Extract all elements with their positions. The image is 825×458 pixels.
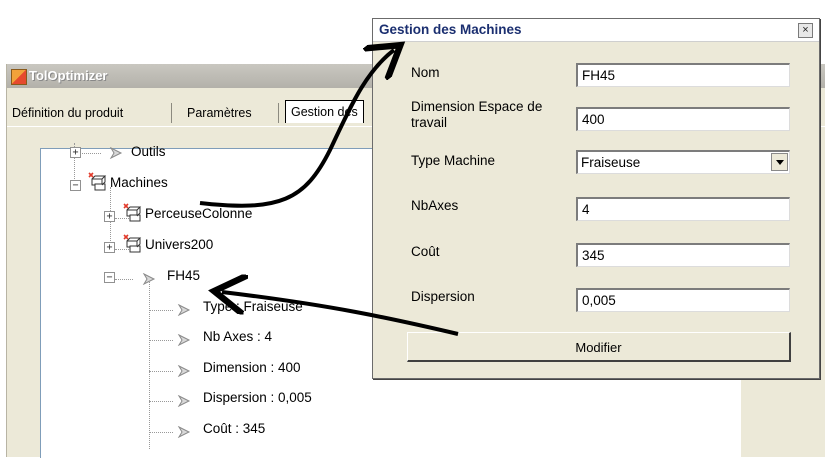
dispersion-label: Dispersion	[411, 289, 475, 304]
dimension-field[interactable]	[576, 107, 790, 131]
expand-toggle[interactable]: +	[70, 147, 81, 158]
tree-node-label: Univers200	[145, 237, 214, 252]
tab-separator	[171, 103, 172, 123]
machine-icon	[123, 234, 142, 253]
close-icon: ×	[802, 24, 809, 36]
tree-guide-line	[149, 401, 173, 402]
arrow-icon	[177, 426, 191, 438]
dialog-title: Gestion des Machines	[379, 22, 522, 37]
tab-separator	[278, 103, 279, 123]
nbaxes-field[interactable]	[576, 197, 790, 221]
tab-definition-produit[interactable]: Définition du produit	[7, 102, 128, 124]
modifier-button[interactable]: Modifier	[407, 332, 791, 362]
expand-toggle[interactable]: +	[104, 242, 115, 253]
dialog-title-bar[interactable]: Gestion des Machines ×	[373, 19, 819, 42]
cout-label: Coût	[411, 244, 440, 259]
tree-guide-line	[149, 340, 173, 341]
tree-guide-line	[149, 279, 150, 449]
tree-guide-line	[149, 310, 173, 311]
expand-toggle[interactable]: −	[104, 272, 115, 283]
tree-guide-line	[79, 153, 101, 154]
arrow-icon	[177, 365, 191, 377]
tab-gestion[interactable]: Gestion des	[285, 100, 364, 123]
arrow-icon	[142, 273, 156, 285]
tree-node-label: Coût : 345	[203, 421, 266, 436]
nom-field[interactable]	[576, 63, 790, 87]
tree-node-label: FH45	[167, 268, 201, 283]
app-icon	[11, 69, 27, 85]
close-button[interactable]: ×	[798, 23, 813, 38]
arrow-icon	[177, 395, 191, 407]
tree-guide-line	[115, 279, 133, 280]
tab-parametres[interactable]: Paramètres	[182, 102, 257, 124]
tree-node-label: Machines	[110, 175, 168, 190]
type-machine-value: Fraiseuse	[581, 155, 641, 170]
expand-toggle[interactable]: +	[104, 211, 115, 222]
tree-node-label: Nb Axes : 4	[203, 329, 273, 344]
tree-guide-line	[149, 432, 173, 433]
tree-node-label: Type : Fraiseuse	[203, 299, 303, 314]
tree-guide-line	[149, 371, 173, 372]
arrow-icon	[177, 304, 191, 316]
expand-toggle[interactable]: −	[70, 180, 81, 191]
machine-group-icon	[88, 172, 107, 191]
tree-node-label: Dimension : 400	[203, 360, 301, 375]
gestion-machines-dialog: Gestion des Machines × Nom Dimension Esp…	[372, 18, 820, 379]
arrow-icon	[109, 147, 123, 159]
arrow-icon	[177, 334, 191, 346]
cout-field[interactable]	[576, 243, 790, 267]
nbaxes-label: NbAxes	[411, 198, 459, 213]
dimension-label: Dimension Espace de travail	[411, 99, 543, 130]
machine-icon	[123, 203, 142, 222]
type-machine-select[interactable]: Fraiseuse	[576, 150, 790, 174]
app-title: TolOptimizer	[29, 68, 108, 83]
tree-node-label: PerceuseColonne	[145, 206, 253, 221]
tree-node-label: Outils	[131, 144, 166, 159]
dispersion-field[interactable]	[576, 288, 790, 312]
chevron-down-icon	[776, 160, 784, 165]
dropdown-button[interactable]	[771, 153, 788, 171]
nom-label: Nom	[411, 65, 440, 80]
type-machine-label: Type Machine	[411, 153, 496, 168]
tree-node-label: Dispersion : 0,005	[203, 390, 312, 405]
